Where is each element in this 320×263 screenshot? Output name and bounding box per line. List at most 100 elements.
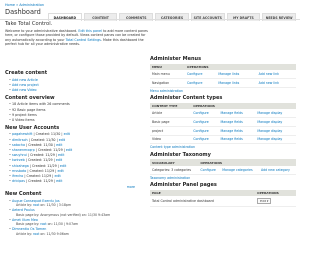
welcome-panel: Take Total Control. Welcome to your admi… (5, 21, 150, 47)
column-header: PAGE (150, 189, 256, 197)
content-overview-list: 18 Article items with 26 comments 92 Bas… (5, 102, 145, 123)
content-link[interactable]: Aeterd Paulus (12, 208, 35, 212)
menu-admin-link[interactable]: Menu administration (150, 89, 296, 93)
list-item: 9 project items (9, 113, 145, 118)
user-link[interactable]: swuyhrui (12, 153, 27, 157)
configure-link[interactable]: Configure (200, 168, 215, 172)
list-item: 92 Basic page items (9, 108, 145, 113)
add-project-link[interactable]: Add new project (12, 83, 39, 87)
manage-links-link[interactable]: Manage links (218, 81, 239, 85)
user-edit-link[interactable]: edit (56, 158, 62, 162)
add-link-link[interactable]: Add new link (259, 72, 279, 76)
meta-text: Basic page by: Anonymous (not verified) … (16, 212, 111, 217)
configure-link[interactable]: Configure (193, 120, 208, 124)
content-meta: Article by: root on: 11/30 | 3:18pm (12, 203, 145, 207)
tabs-divider (0, 19, 300, 20)
admin-content-types-title: Administer Content types (150, 95, 223, 102)
column-header: OPERATIONS (198, 159, 296, 166)
user-link[interactable]: mvsbato (12, 169, 26, 173)
content-meta: Article by: root on: 11/30 9:06am (12, 232, 145, 236)
manage-fields-link[interactable]: Manage fields (221, 129, 243, 133)
table-header-row: MENU OPERATIONS (150, 63, 296, 71)
user-info: | Created: 11/29 | (26, 168, 58, 173)
welcome-text-part: Welcome to your administrative dashboard… (5, 29, 79, 34)
user-edit-link[interactable]: edit (64, 132, 70, 136)
operations-dropdown[interactable]: Edit ▾ (257, 198, 272, 205)
list-item[interactable]: Add new Video (9, 88, 145, 93)
user-link[interactable]: shanenmxqrp (12, 148, 35, 152)
settings-link[interactable]: Total Control Settings (66, 38, 101, 42)
content-link[interactable]: Augue Consequat Exerdu Jus (12, 199, 60, 203)
page-name: Total Control administrative dashboard (150, 196, 256, 207)
user-edit-link[interactable]: edit (60, 164, 66, 168)
user-edit-link[interactable]: edit (54, 174, 60, 178)
taxonomy-admin-link[interactable]: Taxonomy administration (150, 176, 296, 180)
list-item: dricipas | Created: 11/29 | edit (9, 179, 145, 184)
list-item[interactable]: Add new project (9, 83, 145, 88)
manage-display-link[interactable]: Manage display (257, 120, 282, 124)
manage-display-link[interactable]: Manage display (257, 111, 282, 115)
list-item: Amet Illum MeoBasic page by: root on: 11… (9, 218, 145, 227)
user-link[interactable]: ifrecho (12, 174, 23, 178)
type-name: Video (150, 135, 192, 145)
user-edit-link[interactable]: edit (58, 153, 64, 157)
user-edit-link[interactable]: edit (56, 143, 62, 147)
manage-display-link[interactable]: Manage display (257, 137, 282, 141)
table-row: Video Configure Manage fields Manage dis… (150, 135, 296, 145)
content-meta: Basic page by: root on: 11/30 | 9:07am (12, 222, 145, 226)
configure-link[interactable]: Configure (187, 81, 202, 85)
menu-name: Main menu (150, 70, 186, 80)
configure-link[interactable]: Configure (193, 111, 208, 115)
configure-link[interactable]: Configure (193, 137, 208, 141)
manage-fields-link[interactable]: Manage fields (221, 111, 243, 115)
menus-table: MENU OPERATIONS Main menu Configure Mana… (150, 63, 296, 88)
list-item: ifrecho | Created: 11/29 | edit (9, 174, 145, 179)
add-category-link[interactable]: Add new category (261, 168, 290, 172)
manage-display-link[interactable]: Manage display (257, 129, 282, 133)
manage-fields-link[interactable]: Manage fields (221, 120, 243, 124)
manage-categories-link[interactable]: Manage categories (222, 168, 252, 172)
manage-links-link[interactable]: Manage links (218, 72, 239, 76)
left-column: Create content Add new Article Add new p… (5, 68, 145, 237)
column-header: OPERATIONS (255, 189, 296, 197)
user-info: | Created: 11/29 | (23, 174, 55, 179)
user-edit-link[interactable]: edit (56, 179, 62, 183)
welcome-text: Welcome to your administrative dashboard… (5, 29, 150, 47)
admin-menus-title: Administer Menus (150, 56, 202, 62)
edit-panel-link[interactable]: Edit this panel (78, 29, 102, 33)
welcome-heading: Take Total Control. (5, 21, 53, 27)
user-info: | Created: 11/29 | (24, 179, 57, 184)
user-link[interactable]: dricipas (12, 179, 25, 183)
configure-link[interactable]: Configure (187, 72, 202, 76)
content-link[interactable]: Dimnentio Os Tamen (12, 227, 46, 231)
user-link[interactable]: satacha (12, 143, 25, 147)
user-edit-link[interactable]: edit (59, 138, 65, 142)
meta-text: Article by: (16, 231, 34, 236)
content-type-admin-link[interactable]: Content type administration (150, 145, 296, 149)
add-article-link[interactable]: Add new Article (12, 78, 38, 82)
configure-link[interactable]: Configure (193, 129, 208, 133)
user-edit-link[interactable]: edit (66, 148, 72, 152)
table-header-row: CONTENT TYPE OPERATIONS (150, 102, 296, 110)
list-item: dimitrsoh | Created: 11/30 | edit (9, 138, 145, 143)
user-link[interactable]: shicahega (12, 164, 29, 168)
content-link[interactable]: Amet Illum Meo (12, 218, 38, 222)
table-row: Categories: 3 categories Configure Manag… (150, 165, 296, 175)
user-link[interactable]: kwirzeb (12, 158, 25, 162)
table-header-row: PAGE OPERATIONS (150, 189, 296, 197)
meta-text: Article by: (16, 203, 34, 208)
user-link[interactable]: pagahewhift (12, 132, 32, 136)
list-item[interactable]: Add new Article (9, 78, 145, 83)
user-edit-link[interactable]: edit (57, 169, 63, 173)
add-link-link[interactable]: Add new link (259, 81, 279, 85)
more-users-link[interactable]: more (127, 185, 135, 189)
manage-fields-link[interactable]: Manage fields (221, 137, 243, 141)
list-item: Augue Consequat Exerdu JusArticle by: ro… (9, 199, 145, 208)
user-link[interactable]: dimitrsoh (12, 138, 28, 142)
type-name: Basic page (150, 117, 192, 127)
content-overview-title: Content overview (5, 94, 55, 101)
breadcrumb[interactable]: Home » Administration (5, 3, 44, 8)
add-video-link[interactable]: Add new Video (12, 88, 37, 92)
meta-text: Basic page by: (16, 222, 41, 227)
table-row: Basic page Configure Manage fields Manag… (150, 117, 296, 127)
